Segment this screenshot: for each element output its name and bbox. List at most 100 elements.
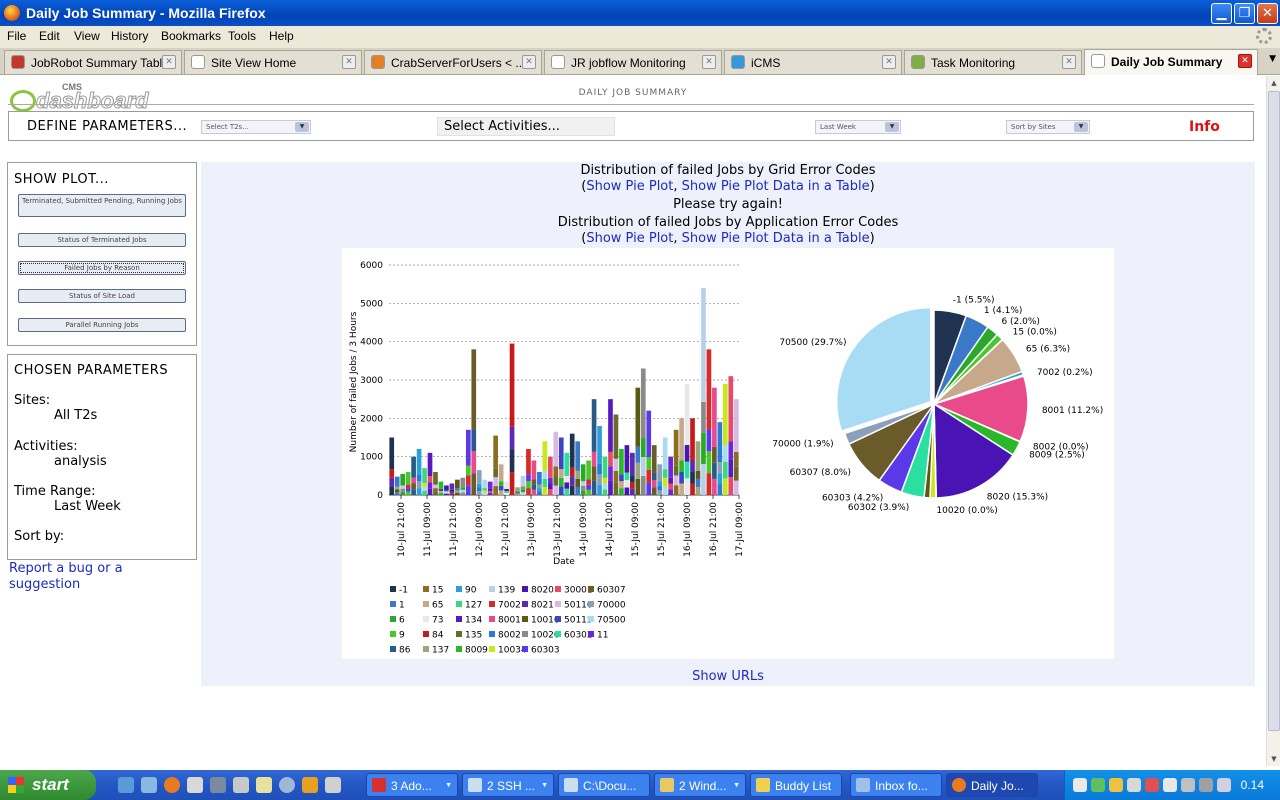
quicklaunch-firefox-icon[interactable]: [164, 777, 180, 793]
failed-jobs-button[interactable]: Failed Jobs by Reason: [18, 261, 186, 275]
tray-app-icon[interactable]: [1181, 778, 1195, 792]
bar-segment: [389, 486, 395, 495]
tab-bar: JobRobot Summary Table ✕ Site View Home …: [0, 48, 1280, 75]
taskbar-buddy-list[interactable]: Buddy List: [750, 773, 842, 797]
tab-list-arrow-icon[interactable]: ▼: [1269, 54, 1276, 64]
maximize-button[interactable]: ❐: [1234, 3, 1255, 24]
tray-app-icon[interactable]: [1145, 778, 1159, 792]
menu-view[interactable]: View: [74, 29, 100, 43]
taskbar-documents[interactable]: C:\Docu...: [558, 773, 650, 797]
bar-segment: [542, 470, 548, 479]
bar-segment: [597, 426, 602, 464]
bar-segment: [569, 433, 575, 468]
quicklaunch-app-icon[interactable]: [256, 777, 272, 793]
terminated-status-button[interactable]: Status of Terminated Jobs: [18, 233, 186, 247]
quicklaunch-ie-icon[interactable]: [118, 777, 134, 793]
tab-site-view[interactable]: Site View Home ✕: [184, 50, 362, 74]
activities-label: Activities:: [14, 439, 78, 454]
bar-segment: [553, 476, 559, 486]
tray-app-icon[interactable]: [1127, 778, 1141, 792]
tray-volume-icon[interactable]: [1217, 778, 1231, 792]
bar-segment: [701, 432, 706, 464]
menu-bookmarks[interactable]: Bookmarks: [161, 29, 221, 43]
info-link[interactable]: Info: [1189, 119, 1220, 135]
tray-app-icon[interactable]: [1163, 778, 1177, 792]
start-button[interactable]: start: [0, 770, 96, 800]
menu-history[interactable]: History: [111, 29, 148, 43]
bar-segment: [471, 451, 477, 474]
legend-swatch: [588, 631, 594, 637]
tab-task-monitoring[interactable]: Task Monitoring ✕: [904, 50, 1082, 74]
menu-help[interactable]: Help: [269, 29, 294, 43]
quicklaunch-app-icon[interactable]: [325, 777, 341, 793]
taskbar-inbox[interactable]: Inbox fo...: [850, 773, 942, 797]
quicklaunch-app-icon[interactable]: [187, 777, 203, 793]
close-tab-icon[interactable]: ✕: [522, 55, 536, 69]
legend-swatch: [489, 646, 495, 652]
bar-segment: [679, 483, 684, 495]
taskbar-acrobat[interactable]: 3 Ado... ▼: [366, 773, 458, 797]
bar-segment: [465, 465, 471, 476]
throbber-icon: [1256, 28, 1272, 44]
taskbar-windows[interactable]: 2 Wind... ▼: [654, 773, 746, 797]
close-tab-icon[interactable]: ✕: [702, 55, 716, 69]
terminated-jobs-button[interactable]: Terminated, Submitted Pending, Running J…: [18, 194, 186, 217]
menu-edit[interactable]: Edit: [39, 29, 60, 43]
close-tab-icon[interactable]: ✕: [882, 55, 896, 69]
tray-app-icon[interactable]: [1109, 778, 1123, 792]
taskbar-ssh[interactable]: 2 SSH ... ▼: [462, 773, 554, 797]
close-window-button[interactable]: ✕: [1257, 3, 1278, 24]
close-tab-icon[interactable]: ✕: [1238, 54, 1252, 68]
tab-jr-jobflow[interactable]: JR jobflow Monitoring ✕: [544, 50, 722, 74]
tray-network-icon[interactable]: [1073, 778, 1087, 792]
menu-tools[interactable]: Tools: [228, 29, 256, 43]
tab-icms[interactable]: iCMS ✕: [724, 50, 902, 74]
quicklaunch-desktop-icon[interactable]: [141, 777, 157, 793]
quicklaunch-app-icon[interactable]: [279, 777, 295, 793]
grid-show-table-link[interactable]: Show Pie Plot Data in a Table: [682, 179, 870, 194]
quicklaunch-app-icon[interactable]: [233, 777, 249, 793]
minimize-button[interactable]: ▁: [1211, 3, 1232, 24]
bar-segment: [400, 488, 406, 492]
taskbar-daily-job[interactable]: Daily Jo...: [946, 773, 1038, 797]
ssh-icon: [468, 778, 482, 792]
time-range-select[interactable]: Last Week ▼: [815, 120, 901, 134]
bar-segment: [591, 399, 597, 452]
grid-show-pie-link[interactable]: Show Pie Plot: [586, 179, 673, 194]
site-load-button[interactable]: Status of Site Load: [18, 289, 186, 303]
quicklaunch-app-icon[interactable]: [210, 777, 226, 793]
page-tab-icon: [551, 55, 565, 69]
sites-select[interactable]: Select T2s... ▼: [201, 120, 311, 134]
scroll-thumb[interactable]: [1268, 91, 1280, 731]
window-titlebar[interactable]: Daily Job Summary - Mozilla Firefox ▁ ❐ …: [0, 0, 1280, 26]
tab-crabserver[interactable]: CrabServerForUsers < ... ✕: [364, 50, 542, 74]
tray-printer-icon[interactable]: [1199, 778, 1213, 792]
tab-daily-job-summary[interactable]: Daily Job Summary ✕: [1084, 49, 1258, 75]
close-tab-icon[interactable]: ✕: [1062, 55, 1076, 69]
app-show-table-link[interactable]: Show Pie Plot Data in a Table: [682, 231, 870, 246]
activities-select[interactable]: Select Activities...: [437, 117, 615, 136]
dashboard-logo[interactable]: CMS dashboard: [10, 82, 170, 114]
sort-select[interactable]: Sort by Sites ▼: [1006, 120, 1090, 134]
bar-segment: [526, 488, 531, 495]
vertical-scrollbar[interactable]: ▲ ▼: [1266, 76, 1280, 766]
parallel-jobs-button[interactable]: Parallel Running Jobs: [18, 318, 186, 332]
pie-label: 6 (2.0%): [1001, 317, 1039, 327]
bar-segment: [547, 477, 553, 484]
bar-segment: [482, 490, 488, 493]
bar-segment: [449, 493, 455, 495]
menu-file[interactable]: File: [7, 29, 26, 43]
close-tab-icon[interactable]: ✕: [342, 55, 356, 69]
bar-segment: [624, 445, 630, 473]
scroll-up-icon[interactable]: ▲: [1268, 76, 1280, 90]
report-bug-link[interactable]: Report a bug or a suggestion: [9, 561, 159, 593]
show-urls-link[interactable]: Show URLs: [201, 669, 1255, 684]
close-tab-icon[interactable]: ✕: [162, 55, 176, 69]
bar-segment: [701, 463, 706, 495]
bar-segment: [695, 486, 701, 495]
tab-jobrobot[interactable]: JobRobot Summary Table ✕: [4, 50, 182, 74]
tray-app-icon[interactable]: [1091, 778, 1105, 792]
quicklaunch-app-icon[interactable]: [302, 777, 318, 793]
scroll-down-icon[interactable]: ▼: [1268, 752, 1280, 766]
app-show-pie-link[interactable]: Show Pie Plot: [586, 231, 673, 246]
